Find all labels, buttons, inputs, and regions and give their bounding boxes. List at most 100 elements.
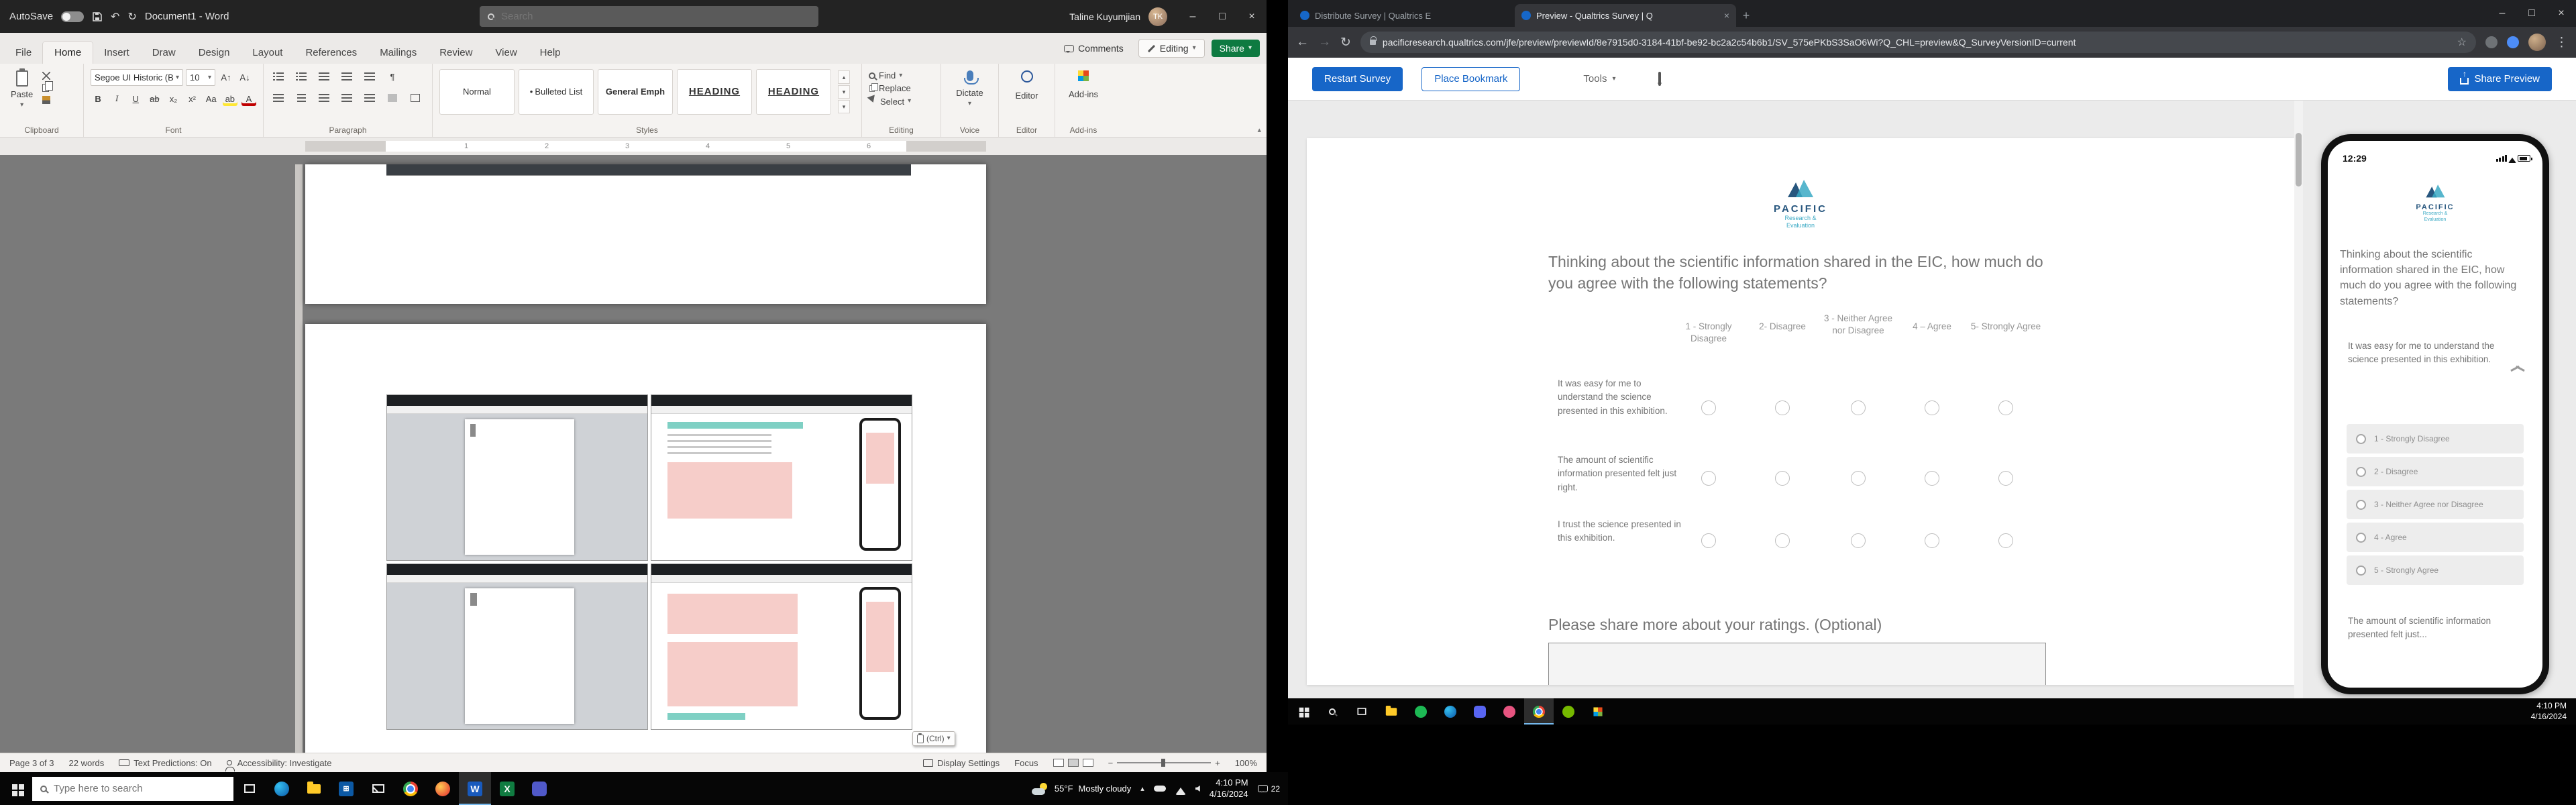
wifi-icon[interactable] — [1175, 782, 1186, 795]
minimize-button[interactable]: – — [1178, 0, 1208, 33]
embedded-screenshot-1[interactable] — [386, 394, 648, 561]
mobile-option-1[interactable]: 1 - Strongly Disagree — [2347, 424, 2524, 453]
change-case-icon[interactable]: Aa — [204, 91, 219, 106]
mobile-option-4[interactable]: 4 - Agree — [2347, 523, 2524, 552]
text-predictions-indicator[interactable]: Text Predictions: On — [119, 758, 211, 768]
search-button[interactable] — [1318, 698, 1347, 724]
matrix-radio-r2c1[interactable] — [1701, 471, 1716, 486]
close-tab-icon[interactable]: × — [1724, 10, 1729, 21]
dictate-button[interactable]: Dictate ▾ — [948, 69, 991, 109]
paste-button[interactable]: Paste ▾ — [7, 69, 37, 110]
web-layout-icon[interactable] — [1083, 759, 1093, 767]
vertical-ruler[interactable] — [295, 164, 303, 753]
word-search-box[interactable] — [480, 6, 818, 27]
zoom-in-icon[interactable]: + — [1215, 758, 1220, 768]
excel-button[interactable]: X — [491, 772, 523, 805]
paste-options-button[interactable]: (Ctrl) ▾ — [912, 731, 955, 746]
taskbar-search-input[interactable] — [54, 783, 225, 794]
tab-insert[interactable]: Insert — [93, 42, 141, 64]
addins-button[interactable]: Add-ins — [1062, 69, 1105, 101]
shrink-font-icon[interactable]: A↓ — [237, 70, 253, 85]
tab-view[interactable]: View — [484, 42, 528, 64]
discord-button[interactable] — [1465, 698, 1495, 724]
decrease-indent-icon[interactable] — [339, 69, 355, 84]
shading-icon[interactable] — [384, 91, 400, 105]
matrix-radio-r2c3[interactable] — [1851, 471, 1866, 486]
editing-mode-button[interactable]: Editing▾ — [1138, 39, 1205, 58]
matrix-radio-r2c5[interactable] — [1998, 471, 2013, 486]
file-explorer-button[interactable] — [1377, 698, 1406, 724]
browser-tab-1[interactable]: Distribute Survey | Qualtrics E — [1293, 4, 1515, 27]
underline-icon[interactable]: U — [128, 91, 143, 106]
mail-button[interactable] — [362, 772, 394, 805]
mobile-option-3[interactable]: 3 - Neither Agree nor Disagree — [2347, 490, 2524, 519]
spotify-button[interactable] — [1406, 698, 1436, 724]
extension-icon[interactable] — [2507, 36, 2519, 48]
green-app-button[interactable] — [1554, 698, 1583, 724]
tools-dropdown[interactable]: Tools▾ — [1579, 67, 1619, 91]
matrix-radio-r3c1[interactable] — [1701, 533, 1716, 548]
share-button[interactable]: Share▾ — [1212, 40, 1260, 57]
cut-icon[interactable] — [42, 72, 50, 80]
profile-avatar[interactable] — [2528, 34, 2546, 51]
print-layout-icon[interactable] — [1068, 759, 1079, 767]
matrix-radio-r1c3[interactable] — [1851, 400, 1866, 415]
teams-button[interactable] — [523, 772, 555, 805]
word-count[interactable]: 22 words — [69, 758, 105, 768]
strikethrough-icon[interactable]: ab — [147, 91, 162, 106]
word-search-input[interactable] — [501, 11, 810, 22]
address-bar[interactable]: ☆ — [1360, 32, 2476, 53]
numbered-list-icon[interactable] — [293, 69, 309, 84]
tab-help[interactable]: Help — [529, 42, 572, 64]
new-tab-button[interactable]: + — [1736, 5, 1756, 25]
style-general-emph[interactable]: General Emph — [598, 69, 673, 115]
focus-button[interactable]: Focus — [1014, 758, 1038, 768]
read-mode-icon[interactable] — [1053, 759, 1064, 767]
comments-button[interactable]: Comments — [1056, 40, 1132, 57]
tab-layout[interactable]: Layout — [241, 42, 294, 64]
undo-icon[interactable]: ↶ — [111, 10, 119, 23]
place-bookmark-button[interactable]: Place Bookmark — [1421, 67, 1520, 91]
preview-scrollbar[interactable] — [2294, 101, 2303, 698]
action-center-button[interactable]: 22 — [1258, 784, 1280, 794]
align-right-icon[interactable] — [316, 91, 332, 105]
style-bulleted-list[interactable]: •Bulleted List — [519, 69, 594, 115]
weather-widget[interactable]: 55°F Mostly cloudy — [1032, 783, 1131, 795]
pink-app-button[interactable] — [1495, 698, 1524, 724]
matrix-radio-r2c2[interactable] — [1775, 471, 1790, 486]
tab-home[interactable]: Home — [43, 42, 93, 64]
justify-icon[interactable] — [339, 91, 355, 105]
bookmark-star-icon[interactable]: ☆ — [2457, 36, 2467, 49]
comments-textarea[interactable] — [1548, 643, 2046, 685]
store-button[interactable]: ⊞ — [330, 772, 362, 805]
matrix-radio-r3c2[interactable] — [1775, 533, 1790, 548]
page-indicator[interactable]: Page 3 of 3 — [9, 758, 54, 768]
italic-icon[interactable]: I — [109, 91, 124, 106]
select-button[interactable]: Select▾ — [869, 95, 934, 108]
firefox-button[interactable] — [427, 772, 459, 805]
share-preview-button[interactable]: Share Preview — [2448, 67, 2552, 91]
copy-icon[interactable] — [42, 84, 49, 92]
styles-scroll-up-icon[interactable]: ▴ — [838, 70, 850, 84]
collapse-ribbon-icon[interactable]: ▴ — [1257, 125, 1261, 134]
styles-gallery-expand-icon[interactable]: ▾ — [838, 100, 850, 113]
font-name-select[interactable]: Segoe UI Historic (B▾ — [91, 69, 183, 86]
borders-icon[interactable] — [407, 91, 423, 105]
url-input[interactable] — [1383, 37, 2451, 48]
pilcrow-icon[interactable]: ¶ — [384, 69, 400, 84]
save-icon[interactable] — [92, 11, 103, 22]
forward-icon[interactable]: → — [1318, 35, 1331, 50]
tab-review[interactable]: Review — [428, 42, 484, 64]
volume-icon[interactable] — [1195, 786, 1200, 792]
restart-survey-button[interactable]: Restart Survey — [1312, 67, 1403, 91]
file-explorer-button[interactable] — [298, 772, 330, 805]
align-center-icon[interactable] — [293, 91, 309, 105]
bold-icon[interactable]: B — [91, 91, 105, 106]
chrome-taskbar-button[interactable] — [1524, 698, 1554, 724]
zoom-slider[interactable] — [1117, 762, 1211, 763]
word-taskbar-button[interactable]: W — [459, 772, 491, 805]
extension-icon[interactable] — [2485, 36, 2498, 48]
tab-design[interactable]: Design — [187, 42, 241, 64]
autosave-toggle[interactable] — [61, 11, 84, 22]
superscript-icon[interactable]: x² — [185, 91, 200, 106]
